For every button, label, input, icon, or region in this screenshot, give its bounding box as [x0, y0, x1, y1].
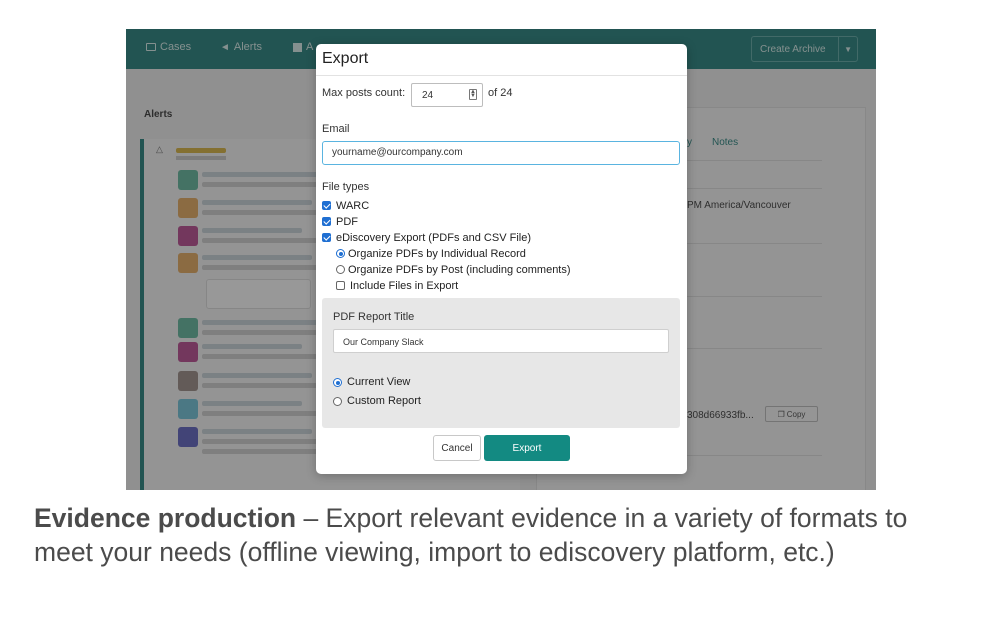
organize-by-post-radio[interactable]: [336, 265, 345, 274]
organize-by-record-radio[interactable]: [336, 249, 345, 258]
report-title-input[interactable]: Our Company Slack: [333, 329, 669, 353]
custom-report-radio[interactable]: [333, 397, 342, 406]
include-files-label: Include Files in Export: [350, 280, 459, 292]
pdf-label: PDF: [336, 216, 358, 228]
report-title-value: Our Company Slack: [343, 337, 424, 347]
max-posts-label: Max posts count:: [322, 87, 406, 99]
export-modal: Export Max posts count: 24 ▲ ▼ of 24 Emai…: [316, 44, 687, 474]
modal-title: Export: [322, 50, 369, 67]
current-view-label: Current View: [347, 376, 411, 388]
warc-checkbox[interactable]: [322, 201, 331, 210]
file-types-label: File types: [322, 181, 370, 193]
max-posts-value: 24: [422, 90, 434, 101]
caption-bold: Evidence production: [34, 503, 297, 533]
organize-by-post-label: Organize PDFs by Post (including comment…: [348, 264, 571, 276]
current-view-radio[interactable]: [333, 378, 342, 387]
cancel-button[interactable]: Cancel: [433, 435, 481, 461]
email-field[interactable]: yourname@ourcompany.com: [322, 141, 680, 165]
custom-report-label: Custom Report: [347, 395, 421, 407]
include-files-checkbox[interactable]: [336, 281, 345, 290]
caption: Evidence production – Export relevant ev…: [34, 501, 964, 569]
warc-label: WARC: [336, 200, 370, 212]
ediscovery-label: eDiscovery Export (PDFs and CSV File): [336, 232, 531, 244]
modal-divider: [316, 75, 687, 76]
stepper-icon[interactable]: ▲ ▼: [469, 89, 477, 100]
export-button[interactable]: Export: [484, 435, 570, 461]
organize-by-record-label: Organize PDFs by Individual Record: [348, 248, 526, 260]
email-value: yourname@ourcompany.com: [332, 147, 463, 158]
report-title-label: PDF Report Title: [333, 311, 415, 323]
max-posts-total: of 24: [488, 87, 513, 99]
pdf-checkbox[interactable]: [322, 217, 331, 226]
email-label: Email: [322, 123, 350, 135]
max-posts-input[interactable]: 24 ▲ ▼: [411, 83, 483, 107]
ediscovery-checkbox[interactable]: [322, 233, 331, 242]
